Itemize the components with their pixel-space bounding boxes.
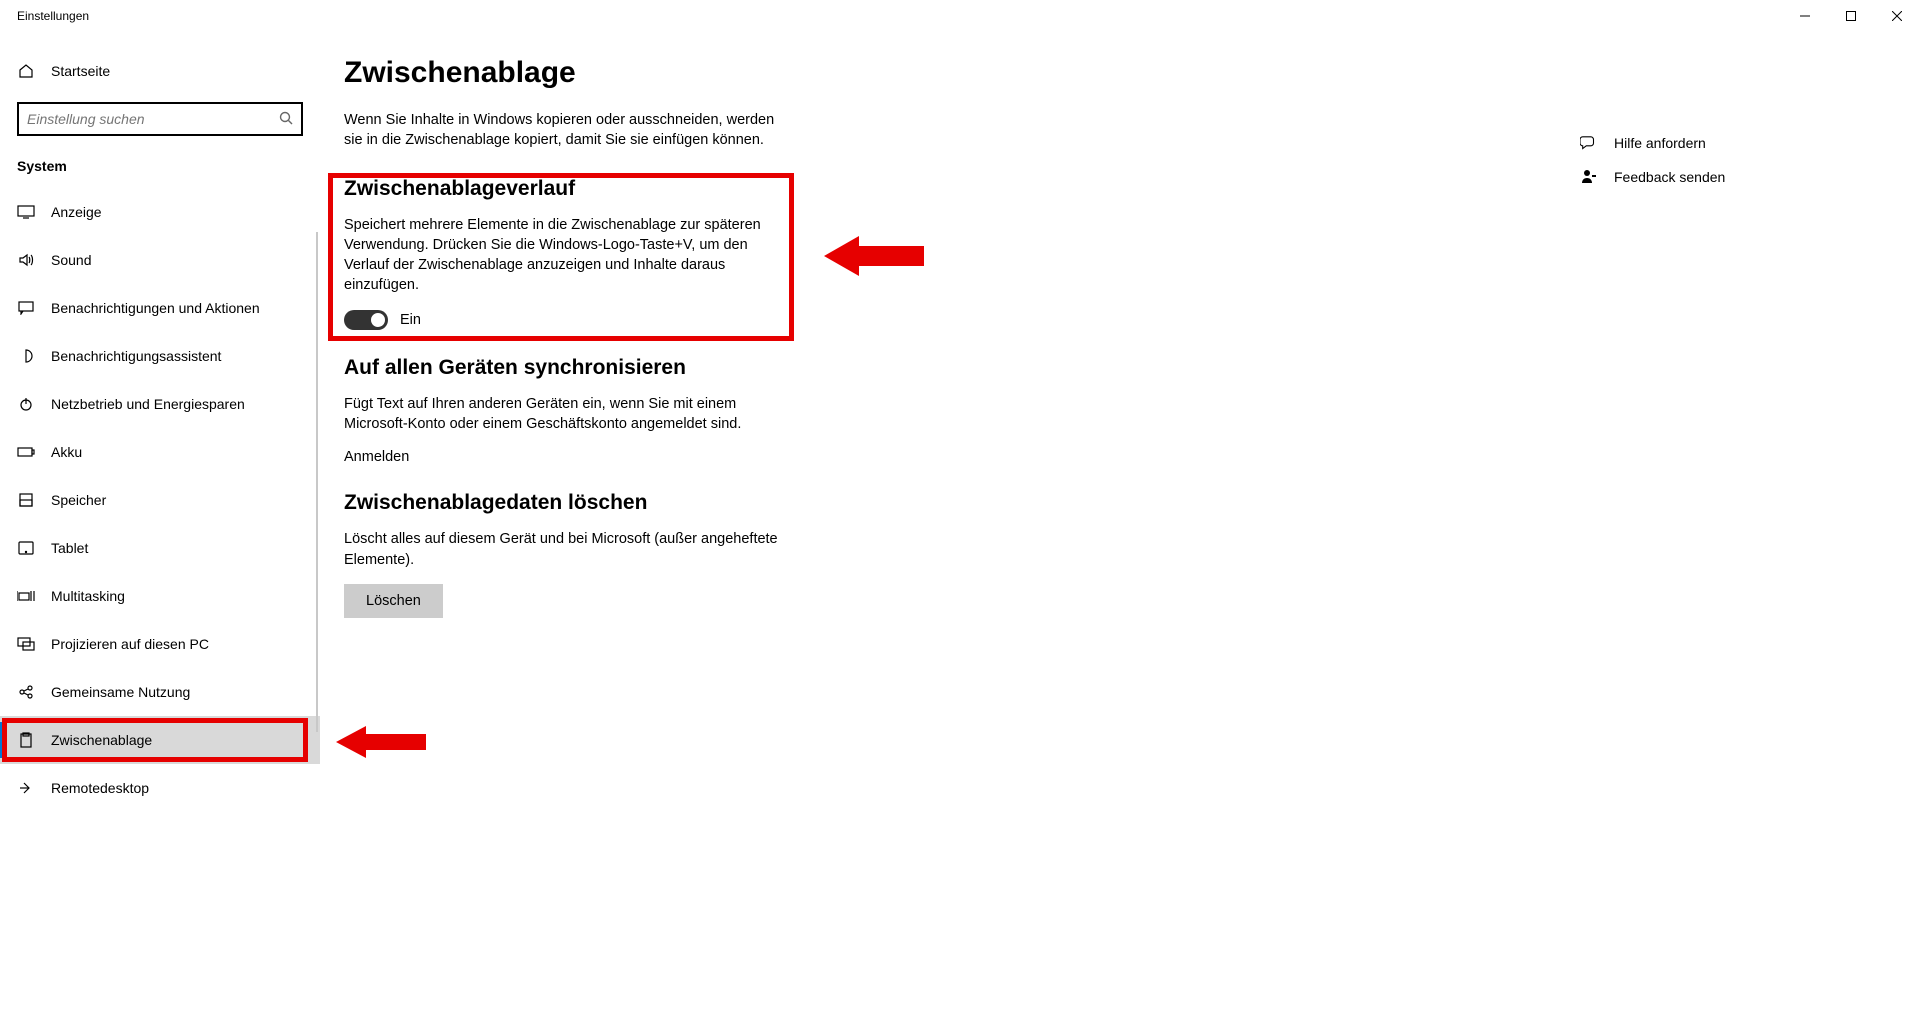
nav-item-speicher[interactable]: Speicher [0, 476, 320, 524]
nav-label: Benachrichtigungen und Aktionen [51, 300, 260, 316]
search-box[interactable] [17, 102, 303, 136]
help-icon [1580, 134, 1598, 152]
nav-label: Sound [51, 252, 91, 268]
help-label: Hilfe anfordern [1614, 135, 1706, 151]
nav-item-assistent[interactable]: Benachrichtigungsassistent [0, 332, 320, 380]
feedback-icon [1580, 168, 1598, 186]
nav-item-zwischenablage[interactable]: Zwischenablage [0, 716, 320, 764]
nav-label: Speicher [51, 492, 106, 508]
nav-item-benachrichtigungen[interactable]: Benachrichtigungen und Aktionen [0, 284, 320, 332]
multitasking-icon [17, 587, 35, 605]
nav-label: Projizieren auf diesen PC [51, 636, 209, 652]
category-label: System [0, 154, 320, 188]
focus-icon [17, 347, 35, 365]
clear-desc: Löscht alles auf diesem Gerät und bei Mi… [344, 529, 794, 570]
sync-desc: Fügt Text auf Ihren anderen Geräten ein,… [344, 394, 794, 435]
history-toggle[interactable] [344, 310, 388, 330]
nav-label: Anzeige [51, 204, 102, 220]
nav-item-projizieren[interactable]: Projizieren auf diesen PC [0, 620, 320, 668]
home-label: Startseite [51, 63, 110, 79]
help-aside: Hilfe anfordern Feedback senden [1580, 126, 1840, 194]
share-icon [17, 683, 35, 701]
battery-icon [17, 443, 35, 461]
history-toggle-label: Ein [400, 312, 421, 328]
nav-item-multitasking[interactable]: Multitasking [0, 572, 320, 620]
display-icon [17, 203, 35, 221]
nav-label: Zwischenablage [51, 732, 152, 748]
nav-label: Benachrichtigungsassistent [51, 348, 221, 364]
nav-label: Netzbetrieb und Energiesparen [51, 396, 245, 412]
titlebar: Einstellungen [0, 0, 1920, 32]
feedback-link[interactable]: Feedback senden [1580, 160, 1840, 194]
power-icon [17, 395, 35, 413]
nav-item-tablet[interactable]: Tablet [0, 524, 320, 572]
content: Zwischenablage Wenn Sie Inhalte in Windo… [320, 32, 1920, 1022]
nav-label: Remotedesktop [51, 780, 149, 796]
search-input[interactable] [27, 111, 279, 127]
section-sync: Auf allen Geräten synchronisieren Fügt T… [344, 356, 1144, 466]
history-desc: Speichert mehrere Elemente in die Zwisch… [344, 215, 794, 296]
sidebar: Startseite System Anzeige Sound Benachri… [0, 32, 320, 1022]
section-clear: Zwischenablagedaten löschen Löscht alles… [344, 491, 1144, 618]
nav-label: Gemeinsame Nutzung [51, 684, 190, 700]
nav-item-anzeige[interactable]: Anzeige [0, 188, 320, 236]
window-title: Einstellungen [17, 9, 89, 23]
nav-item-akku[interactable]: Akku [0, 428, 320, 476]
window-controls [1782, 0, 1920, 32]
sync-heading: Auf allen Geräten synchronisieren [344, 356, 1144, 380]
tablet-icon [17, 539, 35, 557]
nav-item-nutzung[interactable]: Gemeinsame Nutzung [0, 668, 320, 716]
nav-label: Tablet [51, 540, 88, 556]
nav-list: Anzeige Sound Benachrichtigungen und Akt… [0, 188, 320, 812]
minimize-button[interactable] [1782, 0, 1828, 32]
remote-icon [17, 779, 35, 797]
home-icon [17, 62, 35, 80]
page-intro: Wenn Sie Inhalte in Windows kopieren ode… [344, 110, 794, 151]
history-heading: Zwischenablageverlauf [344, 177, 1144, 201]
notifications-icon [17, 299, 35, 317]
close-button[interactable] [1874, 0, 1920, 32]
clear-heading: Zwischenablagedaten löschen [344, 491, 1144, 515]
nav-label: Akku [51, 444, 82, 460]
clipboard-icon [17, 731, 35, 749]
nav-item-netzbetrieb[interactable]: Netzbetrieb und Energiesparen [0, 380, 320, 428]
storage-icon [17, 491, 35, 509]
search-icon [279, 111, 293, 128]
project-icon [17, 635, 35, 653]
scrollbar[interactable] [316, 232, 318, 732]
section-history: Zwischenablageverlauf Speichert mehrere … [344, 177, 1144, 330]
home-link[interactable]: Startseite [0, 54, 320, 88]
maximize-button[interactable] [1828, 0, 1874, 32]
page-title: Zwischenablage [344, 56, 1144, 90]
feedback-label: Feedback senden [1614, 169, 1725, 185]
sync-signin-link[interactable]: Anmelden [344, 449, 409, 465]
nav-label: Multitasking [51, 588, 125, 604]
help-link[interactable]: Hilfe anfordern [1580, 126, 1840, 160]
sound-icon [17, 251, 35, 269]
nav-item-remotedesktop[interactable]: Remotedesktop [0, 764, 320, 812]
clear-button[interactable]: Löschen [344, 584, 443, 618]
nav-item-sound[interactable]: Sound [0, 236, 320, 284]
